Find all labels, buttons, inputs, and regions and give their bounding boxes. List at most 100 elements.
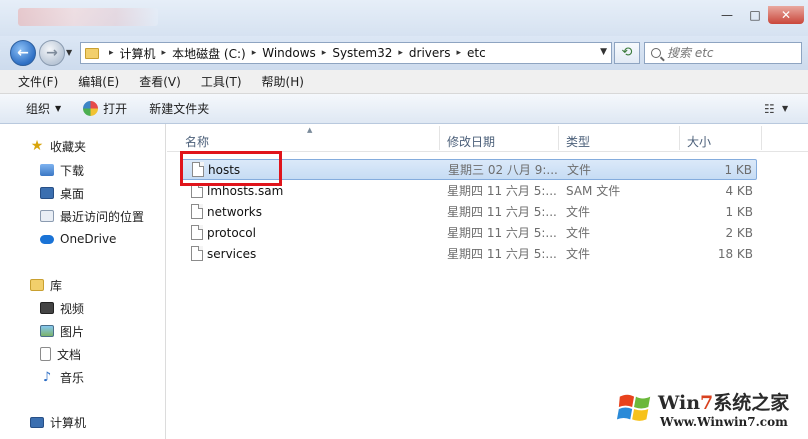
file-size: 1 KB — [725, 204, 753, 219]
breadcrumb-separator[interactable]: ▸ — [162, 48, 167, 58]
sidebar-item-favorites[interactable]: ★ 收藏夹 — [30, 136, 86, 156]
table-row[interactable]: lmhosts.sam 星期四 11 六月 5:... SAM 文件 4 KB — [181, 180, 757, 201]
menu-file[interactable]: 文件(F) — [18, 73, 58, 90]
menu-help[interactable]: 帮助(H) — [262, 73, 304, 90]
breadcrumb-separator[interactable]: ▸ — [456, 48, 461, 58]
sidebar-item-recent-places[interactable]: 最近访问的位置 — [40, 206, 144, 226]
sidebar-item-music[interactable]: ♪ 音乐 — [40, 367, 84, 387]
menu-tools[interactable]: 工具(T) — [201, 73, 242, 90]
table-row[interactable]: services 星期四 11 六月 5:... 文件 18 KB — [181, 243, 757, 264]
sidebar-item-label: 音乐 — [60, 370, 85, 385]
table-row[interactable]: protocol 星期四 11 六月 5:... 文件 2 KB — [181, 222, 757, 243]
sidebar-item-pictures[interactable]: 图片 — [40, 321, 84, 341]
file-type: SAM 文件 — [566, 184, 621, 198]
file-size: 1 KB — [724, 162, 752, 177]
new-folder-button[interactable]: 新建文件夹 — [149, 100, 209, 117]
command-toolbar: 组织 ▼ 打开 新建文件夹 ☷ ▼ — [0, 94, 808, 124]
file-name: hosts — [208, 162, 241, 177]
breadcrumb-local-disk[interactable]: 本地磁盘 (C:) — [172, 45, 246, 62]
sidebar-item-label: 最近访问的位置 — [60, 209, 145, 224]
breadcrumb-separator[interactable]: ▸ — [109, 48, 114, 58]
search-box[interactable] — [644, 42, 802, 64]
desktop-icon — [40, 187, 54, 199]
organize-label: 组织 — [26, 102, 51, 116]
open-with-icon — [83, 101, 99, 116]
open-button[interactable]: 打开 — [83, 100, 127, 117]
breadcrumb-separator[interactable]: ▸ — [398, 48, 403, 58]
recent-pages-dropdown-icon[interactable]: ▼ — [66, 48, 72, 57]
music-note-icon: ♪ — [42, 369, 52, 385]
organize-button[interactable]: 组织 ▼ — [26, 100, 61, 117]
column-header-row: ▲ 名称 修改日期 类型 大小 — [167, 126, 808, 152]
open-label: 打开 — [103, 102, 128, 116]
file-date: 星期四 11 六月 5:... — [447, 184, 557, 198]
breadcrumb-windows[interactable]: Windows — [262, 46, 316, 60]
file-name: protocol — [207, 225, 256, 240]
cloud-icon — [40, 234, 54, 244]
forward-button[interactable]: → — [39, 40, 65, 66]
sidebar-item-documents[interactable]: 文档 — [40, 344, 81, 364]
star-icon: ★ — [30, 138, 44, 154]
breadcrumb-separator[interactable]: ▸ — [322, 48, 327, 58]
breadcrumb-separator[interactable]: ▸ — [252, 48, 257, 58]
file-icon — [191, 183, 203, 198]
windows-flag-icon — [616, 394, 651, 421]
breadcrumb-etc[interactable]: etc — [467, 46, 486, 60]
file-type: 文件 — [567, 163, 592, 177]
search-input[interactable] — [667, 46, 797, 60]
sidebar-item-label: 收藏夹 — [50, 139, 87, 154]
column-size[interactable]: 大小 — [687, 133, 711, 150]
file-date: 星期四 11 六月 5:... — [447, 205, 557, 219]
sidebar-item-label: 桌面 — [60, 186, 85, 201]
file-date: 星期四 11 六月 5:... — [447, 247, 557, 261]
navigation-pane: ★ 收藏夹 下载 桌面 最近访问的位置 OneDrive 库 视频 图片 文档 … — [0, 124, 166, 439]
sidebar-item-label: 视频 — [60, 301, 85, 316]
sidebar-item-label: 计算机 — [50, 415, 87, 430]
table-row[interactable]: networks 星期四 11 六月 5:... 文件 1 KB — [181, 201, 757, 222]
new-folder-label: 新建文件夹 — [149, 102, 210, 116]
close-button[interactable]: ✕ — [768, 6, 804, 24]
sidebar-item-desktop[interactable]: 桌面 — [40, 183, 84, 203]
file-icon — [191, 225, 203, 240]
breadcrumb-system32[interactable]: System32 — [332, 46, 392, 60]
refresh-icon: ⟲ — [621, 45, 633, 60]
file-name: services — [207, 246, 257, 261]
view-options-icon[interactable]: ☷ — [764, 102, 775, 116]
sidebar-item-downloads[interactable]: 下载 — [40, 160, 84, 180]
window-title-blurred — [18, 8, 158, 26]
minimize-button[interactable]: — — [716, 6, 738, 24]
recent-places-icon — [40, 210, 54, 222]
breadcrumb-drivers[interactable]: drivers — [409, 46, 451, 60]
sidebar-item-onedrive[interactable]: OneDrive — [40, 229, 116, 249]
breadcrumb-computer[interactable]: 计算机 — [120, 45, 156, 62]
document-icon — [40, 347, 51, 361]
address-bar[interactable]: ▸ 计算机 ▸ 本地磁盘 (C:) ▸ Windows ▸ System32 ▸… — [80, 42, 612, 64]
back-button[interactable]: ← — [10, 40, 36, 66]
folder-icon — [85, 47, 99, 59]
file-size: 2 KB — [725, 225, 753, 240]
menu-view[interactable]: 查看(V) — [139, 73, 181, 90]
library-icon — [30, 279, 44, 291]
menu-edit[interactable]: 编辑(E) — [78, 73, 119, 90]
sidebar-item-videos[interactable]: 视频 — [40, 298, 84, 318]
maximize-button[interactable]: □ — [744, 6, 766, 24]
chevron-down-icon[interactable]: ▼ — [782, 104, 788, 113]
file-type: 文件 — [566, 226, 591, 240]
sidebar-item-libraries[interactable]: 库 — [30, 275, 62, 295]
column-date-modified[interactable]: 修改日期 — [447, 133, 495, 150]
refresh-button[interactable]: ⟲ — [614, 42, 640, 64]
column-name[interactable]: 名称 — [185, 133, 209, 150]
file-size: 18 KB — [717, 246, 753, 261]
table-row[interactable]: hosts 星期三 02 八月 9:... 文件 1 KB — [181, 159, 757, 180]
column-type[interactable]: 类型 — [566, 133, 590, 150]
file-type: 文件 — [566, 205, 591, 219]
column-divider[interactable] — [439, 126, 440, 150]
column-divider[interactable] — [679, 126, 680, 150]
sidebar-item-computer[interactable]: 计算机 — [30, 412, 86, 432]
address-row: ← → ▼ ▸ 计算机 ▸ 本地磁盘 (C:) ▸ Windows ▸ Syst… — [0, 36, 808, 70]
column-divider[interactable] — [761, 126, 762, 150]
sidebar-item-label: 下载 — [60, 163, 85, 178]
file-name: lmhosts.sam — [207, 183, 284, 198]
column-divider[interactable] — [558, 126, 559, 150]
address-dropdown-icon[interactable]: ▼ — [600, 47, 607, 57]
